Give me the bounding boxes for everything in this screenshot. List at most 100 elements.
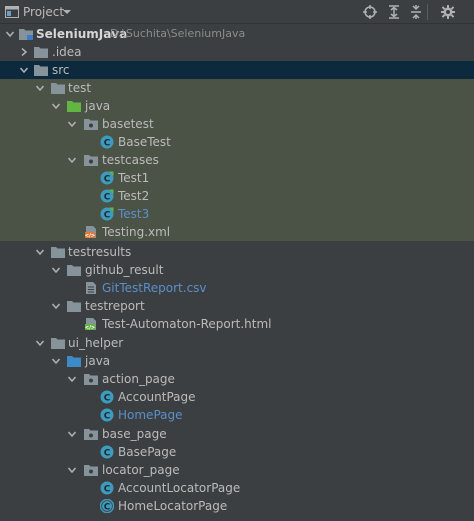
chevron-down-icon[interactable] xyxy=(52,266,60,274)
test-class-icon: C xyxy=(100,207,116,221)
project-tool-window: Project SeleniumJava D:\Suchita\Selenium… xyxy=(0,0,474,521)
tree-row-basetest-class[interactable]: C BaseTest xyxy=(0,133,474,151)
file-label-github-csv: GitTestReport.csv xyxy=(102,281,207,295)
test-class-icon: C xyxy=(100,171,116,185)
collapse-all-icon[interactable] xyxy=(408,4,424,20)
file-label-report-html: Test-Automaton-Report.html xyxy=(102,317,272,331)
java-class-icon: C xyxy=(100,499,116,513)
tree-row-base-page[interactable]: base_page xyxy=(0,425,474,443)
tree-row-account-page[interactable]: C AccountPage xyxy=(0,388,474,406)
project-title[interactable]: Project xyxy=(23,4,64,20)
package-folder-icon xyxy=(83,427,99,441)
package-label-base-page: base_page xyxy=(102,427,167,441)
chevron-down-icon[interactable] xyxy=(52,357,60,365)
class-label-account-page: AccountPage xyxy=(118,390,196,404)
svg-text:C: C xyxy=(104,175,111,185)
tree-row-action-page[interactable]: action_page xyxy=(0,370,474,388)
svg-text:C: C xyxy=(104,211,111,221)
tree-row-home-locator-page[interactable]: C HomeLocatorPage xyxy=(0,497,474,515)
package-folder-icon xyxy=(83,463,99,477)
tree-row-ui-java[interactable]: java xyxy=(0,352,474,370)
tree-row-test1[interactable]: C Test1 xyxy=(0,169,474,187)
svg-text:C: C xyxy=(104,503,111,513)
svg-text:C: C xyxy=(104,485,111,495)
folder-icon xyxy=(66,299,82,313)
chevron-down-icon[interactable] xyxy=(52,302,60,310)
project-window-icon[interactable] xyxy=(5,6,19,18)
chevron-right-icon[interactable] xyxy=(20,48,28,56)
svg-text:C: C xyxy=(104,412,111,422)
tree-row-testing-xml[interactable]: </> Testing.xml xyxy=(0,223,474,241)
folder-label-test: test xyxy=(68,81,92,95)
class-label-account-locator-page: AccountLocatorPage xyxy=(118,481,241,495)
locate-icon[interactable] xyxy=(362,4,378,20)
class-label-home-page: HomePage xyxy=(118,408,183,422)
sources-folder-icon xyxy=(66,354,82,368)
chevron-down-icon[interactable] xyxy=(68,156,76,164)
package-folder-icon xyxy=(83,117,99,131)
dropdown-arrow-icon[interactable] xyxy=(62,7,72,17)
class-label-test1: Test1 xyxy=(118,171,150,185)
chevron-down-icon[interactable] xyxy=(36,339,44,347)
java-class-icon: C xyxy=(100,481,116,495)
tree-row-project-root[interactable]: SeleniumJava D:\Suchita\SeleniumJava xyxy=(0,25,474,43)
class-label-test3: Test3 xyxy=(118,207,150,221)
folder-icon xyxy=(50,245,66,259)
chevron-down-icon[interactable] xyxy=(52,102,60,110)
tree-row-report-html[interactable]: </> Test-Automaton-Report.html xyxy=(0,315,474,333)
svg-text:C: C xyxy=(104,394,111,404)
tree-row-locator-page[interactable]: locator_page xyxy=(0,461,474,479)
tree-row-testresults[interactable]: testresults xyxy=(0,243,474,261)
tree-row-testreport[interactable]: testreport xyxy=(0,297,474,315)
settings-gear-icon[interactable] xyxy=(440,4,456,20)
tree-row-basetest[interactable]: basetest xyxy=(0,115,474,133)
tree-row-github-csv[interactable]: GitTestReport.csv xyxy=(0,279,474,297)
java-class-icon: C xyxy=(100,445,116,459)
chevron-down-icon[interactable] xyxy=(68,466,76,474)
folder-label-src: src xyxy=(52,63,70,77)
package-folder-icon xyxy=(83,372,99,386)
tree-row-test-java[interactable]: java xyxy=(0,97,474,115)
tree-row-home-page[interactable]: C HomePage xyxy=(0,406,474,424)
tree-row-base-page-class[interactable]: C BasePage xyxy=(0,443,474,461)
tree-row-idea[interactable]: .idea xyxy=(0,43,474,61)
text-file-icon xyxy=(84,281,100,295)
chevron-down-icon[interactable] xyxy=(36,84,44,92)
xml-file-icon: </> xyxy=(84,225,100,239)
chevron-down-icon[interactable] xyxy=(36,248,44,256)
folder-icon xyxy=(66,263,82,277)
java-class-icon: C xyxy=(100,390,116,404)
class-label-base-page: BasePage xyxy=(118,445,177,459)
tree-row-ui-helper[interactable]: ui_helper xyxy=(0,334,474,352)
svg-text:C: C xyxy=(104,139,111,149)
tree-row-src[interactable]: src xyxy=(0,61,474,79)
svg-text:C: C xyxy=(104,449,111,459)
folder-label-testreport: testreport xyxy=(85,299,145,313)
toolbar-separator xyxy=(427,4,428,20)
test-class-icon: C xyxy=(100,189,116,203)
tree-row-account-locator-page[interactable]: C AccountLocatorPage xyxy=(0,479,474,497)
tree-row-testcases[interactable]: testcases xyxy=(0,151,474,169)
tree-row-github-result[interactable]: github_result xyxy=(0,261,474,279)
chevron-down-icon[interactable] xyxy=(68,430,76,438)
chevron-down-icon[interactable] xyxy=(6,30,14,38)
project-header: Project xyxy=(0,0,474,24)
package-label-testcases: testcases xyxy=(102,153,159,167)
chevron-down-icon[interactable] xyxy=(20,66,28,74)
tree-row-test[interactable]: test xyxy=(0,79,474,97)
file-label-testing-xml: Testing.xml xyxy=(102,225,171,239)
chevron-down-icon[interactable] xyxy=(68,375,76,383)
package-label-action-page: action_page xyxy=(102,372,175,386)
expand-all-icon[interactable] xyxy=(386,4,402,20)
tree-row-test3[interactable]: C Test3 xyxy=(0,205,474,223)
tree-row-test2[interactable]: C Test2 xyxy=(0,187,474,205)
svg-text:</>: </> xyxy=(85,325,95,331)
folder-label-ui-helper: ui_helper xyxy=(68,336,124,350)
package-label-locator-page: locator_page xyxy=(102,463,180,477)
class-label-home-locator-page: HomeLocatorPage xyxy=(118,499,228,513)
folder-icon xyxy=(50,81,66,95)
svg-text:C: C xyxy=(104,193,111,203)
chevron-down-icon[interactable] xyxy=(68,120,76,128)
folder-label-idea: .idea xyxy=(52,45,82,59)
test-sources-folder-icon xyxy=(66,99,82,113)
